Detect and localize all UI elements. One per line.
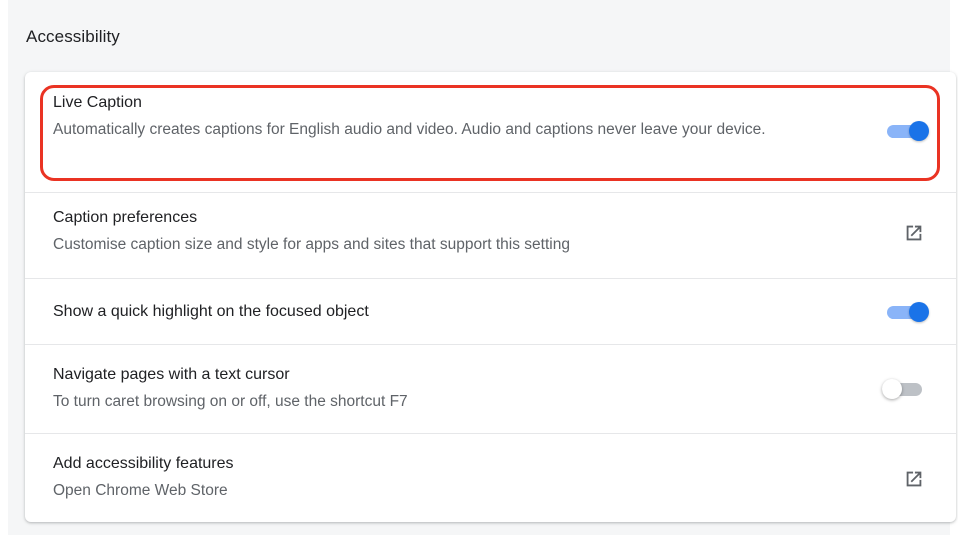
quick-highlight-toggle[interactable] [887, 301, 929, 323]
open-in-new-icon[interactable] [903, 468, 925, 490]
setting-description: Automatically creates captions for Engli… [53, 121, 766, 138]
toggle-knob [909, 121, 929, 141]
setting-title: Show a quick highlight on the focused ob… [53, 303, 369, 320]
setting-row-caption-preferences[interactable]: Caption preferences Customise caption si… [25, 192, 956, 279]
toggle-knob [882, 379, 902, 399]
setting-title: Add accessibility features [53, 455, 234, 472]
open-in-new-icon[interactable] [903, 222, 925, 244]
setting-description: Open Chrome Web Store [53, 482, 228, 499]
toggle-knob [909, 302, 929, 322]
caret-browsing-toggle[interactable] [882, 378, 924, 400]
setting-title: Caption preferences [53, 209, 198, 226]
settings-card: Live Caption Automatically creates capti… [25, 72, 956, 522]
live-caption-toggle[interactable] [887, 120, 929, 142]
setting-description: To turn caret browsing on or off, use th… [53, 393, 408, 410]
setting-title: Navigate pages with a text cursor [53, 366, 290, 383]
setting-row-live-caption[interactable]: Live Caption Automatically creates capti… [25, 72, 956, 192]
setting-title: Live Caption [53, 94, 142, 111]
setting-row-quick-highlight[interactable]: Show a quick highlight on the focused ob… [25, 278, 956, 345]
section-title: Accessibility [26, 27, 120, 46]
setting-description: Customise caption size and style for app… [53, 236, 570, 253]
setting-row-add-accessibility-features[interactable]: Add accessibility features Open Chrome W… [25, 433, 956, 523]
setting-row-caret-browsing[interactable]: Navigate pages with a text cursor To tur… [25, 344, 956, 434]
